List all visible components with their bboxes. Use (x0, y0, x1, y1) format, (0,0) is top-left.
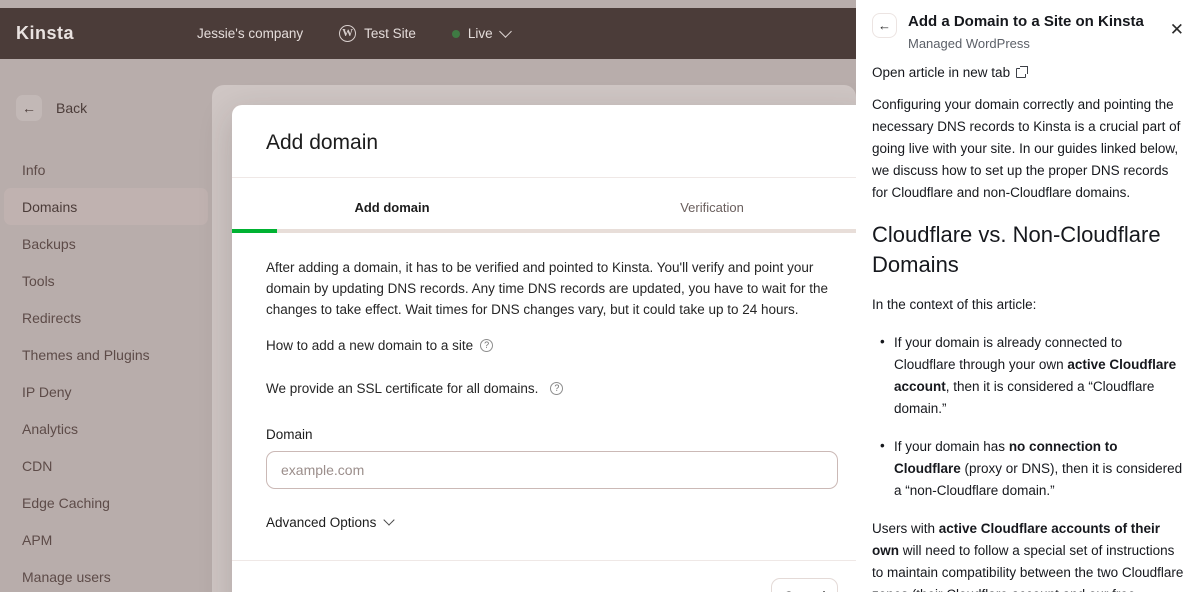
question-mark-icon[interactable]: ? (550, 382, 564, 395)
ssl-notice-label: We provide an SSL certificate for all do… (266, 381, 539, 396)
list-item: If your domain has no connection to Clou… (872, 435, 1184, 502)
advanced-options-toggle[interactable]: Advanced Options (266, 514, 838, 530)
sidebar-item-domains[interactable]: Domains (4, 188, 208, 225)
sidebar: ← Back Info Domains Backups Tools Redire… (0, 59, 212, 592)
help-panel-header: ← Add a Domain to a Site on Kinsta Manag… (856, 0, 1200, 51)
open-article-link[interactable]: Open article in new tab (856, 51, 1200, 80)
sidebar-item-tools[interactable]: Tools (4, 262, 208, 299)
tab-verification[interactable]: Verification (552, 200, 872, 229)
list-item: If your domain is already connected to C… (872, 331, 1184, 420)
site-label: Test Site (364, 26, 416, 41)
help-header-row: ← Add a Domain to a Site on Kinsta Manag… (872, 12, 1184, 51)
help-bullet-list: If your domain is already connected to C… (872, 331, 1184, 502)
close-icon[interactable]: ✕ (1170, 21, 1184, 38)
sidebar-item-label: APM (22, 531, 53, 548)
wordpress-icon: W (339, 25, 357, 42)
help-panel-subtitle: Managed WordPress (908, 36, 1030, 51)
sidebar-item-label: Backups (22, 235, 76, 252)
modal-description: After adding a domain, it has to be veri… (266, 260, 832, 317)
how-to-add-domain-link[interactable]: How to add a new domain to a site ? (266, 338, 838, 353)
chevron-down-icon (383, 514, 395, 526)
paragraph-middle: will need to follow a special set of ins… (872, 543, 1184, 592)
help-back-button[interactable]: ← (872, 13, 897, 38)
help-paragraph-3: Users with active Cloudflare accounts of… (872, 518, 1184, 592)
external-link-icon (1016, 65, 1029, 78)
sidebar-item-label: IP Deny (22, 383, 72, 400)
modal-footer: Cancel (232, 560, 872, 592)
tab-label: Verification (680, 200, 744, 215)
open-article-label: Open article in new tab (872, 65, 1011, 80)
modal-body: After adding a domain, it has to be veri… (232, 233, 872, 560)
help-header-text: Add a Domain to a Site on Kinsta Managed… (908, 12, 1144, 51)
how-to-add-domain-label: How to add a new domain to a site (266, 338, 474, 353)
domain-field-label: Domain (266, 427, 313, 442)
tabs-row: Add domain Verification (232, 200, 872, 229)
help-paragraph-2: In the context of this article: (872, 297, 1037, 312)
sidebar-item-label: Edge Caching (22, 494, 110, 511)
status-dot-icon (451, 29, 460, 38)
environment-label: Live (467, 26, 493, 41)
sidebar-item-label: Domains (22, 198, 78, 215)
help-heading-2: Cloudflare vs. Non-Cloudflare Domains (872, 222, 1161, 277)
tab-label: Add domain (354, 200, 430, 215)
sidebar-item-label: Analytics (22, 420, 79, 437)
paragraph-before: Users with (872, 521, 939, 536)
environment-selector[interactable]: Live (434, 24, 528, 41)
help-panel-body: Configuring your domain correctly and po… (856, 80, 1200, 592)
progress-fill (232, 229, 277, 233)
advanced-options-label: Advanced Options (266, 515, 377, 530)
kinsta-logo[interactable]: Kinsta (16, 23, 74, 44)
arrow-left-icon: ← (16, 95, 42, 121)
ssl-notice: We provide an SSL certificate for all do… (266, 381, 838, 396)
question-mark-icon[interactable]: ? (480, 339, 494, 352)
sidebar-item-cdn[interactable]: CDN (4, 447, 208, 484)
back-label: Back (56, 100, 88, 116)
sidebar-item-backups[interactable]: Backups (4, 225, 208, 262)
help-paragraph-1: Configuring your domain correctly and po… (872, 97, 1181, 200)
company-label: Jessie's company (197, 26, 304, 41)
cancel-button[interactable]: Cancel (771, 577, 838, 592)
sidebar-item-themes-and-plugins[interactable]: Themes and Plugins (4, 336, 208, 373)
sidebar-item-label: Tools (22, 272, 55, 289)
chevron-down-icon (498, 24, 512, 38)
modal-header: Add domain (232, 105, 872, 178)
help-panel-title: Add a Domain to a Site on Kinsta (908, 13, 1144, 30)
modal-step-tabs: Add domain Verification (232, 178, 872, 233)
help-panel: ← Add a Domain to a Site on Kinsta Manag… (856, 0, 1200, 592)
sidebar-item-redirects[interactable]: Redirects (4, 299, 208, 336)
site-selector[interactable]: W Test Site (321, 25, 434, 42)
modal-title: Add domain (266, 131, 379, 154)
domain-input[interactable] (266, 451, 838, 489)
sidebar-item-label: Themes and Plugins (22, 346, 150, 363)
sidebar-item-edge-caching[interactable]: Edge Caching (4, 484, 208, 521)
sidebar-item-label: CDN (22, 457, 53, 474)
sidebar-item-manage-users[interactable]: Manage users (4, 558, 208, 592)
bullet-text-before: If your domain has (894, 439, 1009, 454)
sidebar-item-analytics[interactable]: Analytics (4, 410, 208, 447)
sidebar-item-label: Info (22, 161, 46, 178)
sidebar-item-info[interactable]: Info (4, 151, 208, 188)
sidebar-item-label: Manage users (22, 568, 111, 585)
add-domain-modal: Add domain Add domain Verification After… (232, 105, 872, 592)
topbar-breadcrumbs: Jessie's company W Test Site Live (179, 24, 528, 42)
app-screen: Kinsta Jessie's company W Test Site Live… (0, 0, 1200, 592)
company-selector[interactable]: Jessie's company (179, 26, 321, 41)
back-button[interactable]: ← Back (0, 91, 212, 125)
progress-track (232, 229, 872, 233)
sidebar-item-apm[interactable]: APM (4, 521, 208, 558)
sidebar-item-label: Redirects (22, 309, 82, 326)
sidebar-item-ip-deny[interactable]: IP Deny (4, 373, 208, 410)
tab-add-domain[interactable]: Add domain (232, 200, 552, 229)
